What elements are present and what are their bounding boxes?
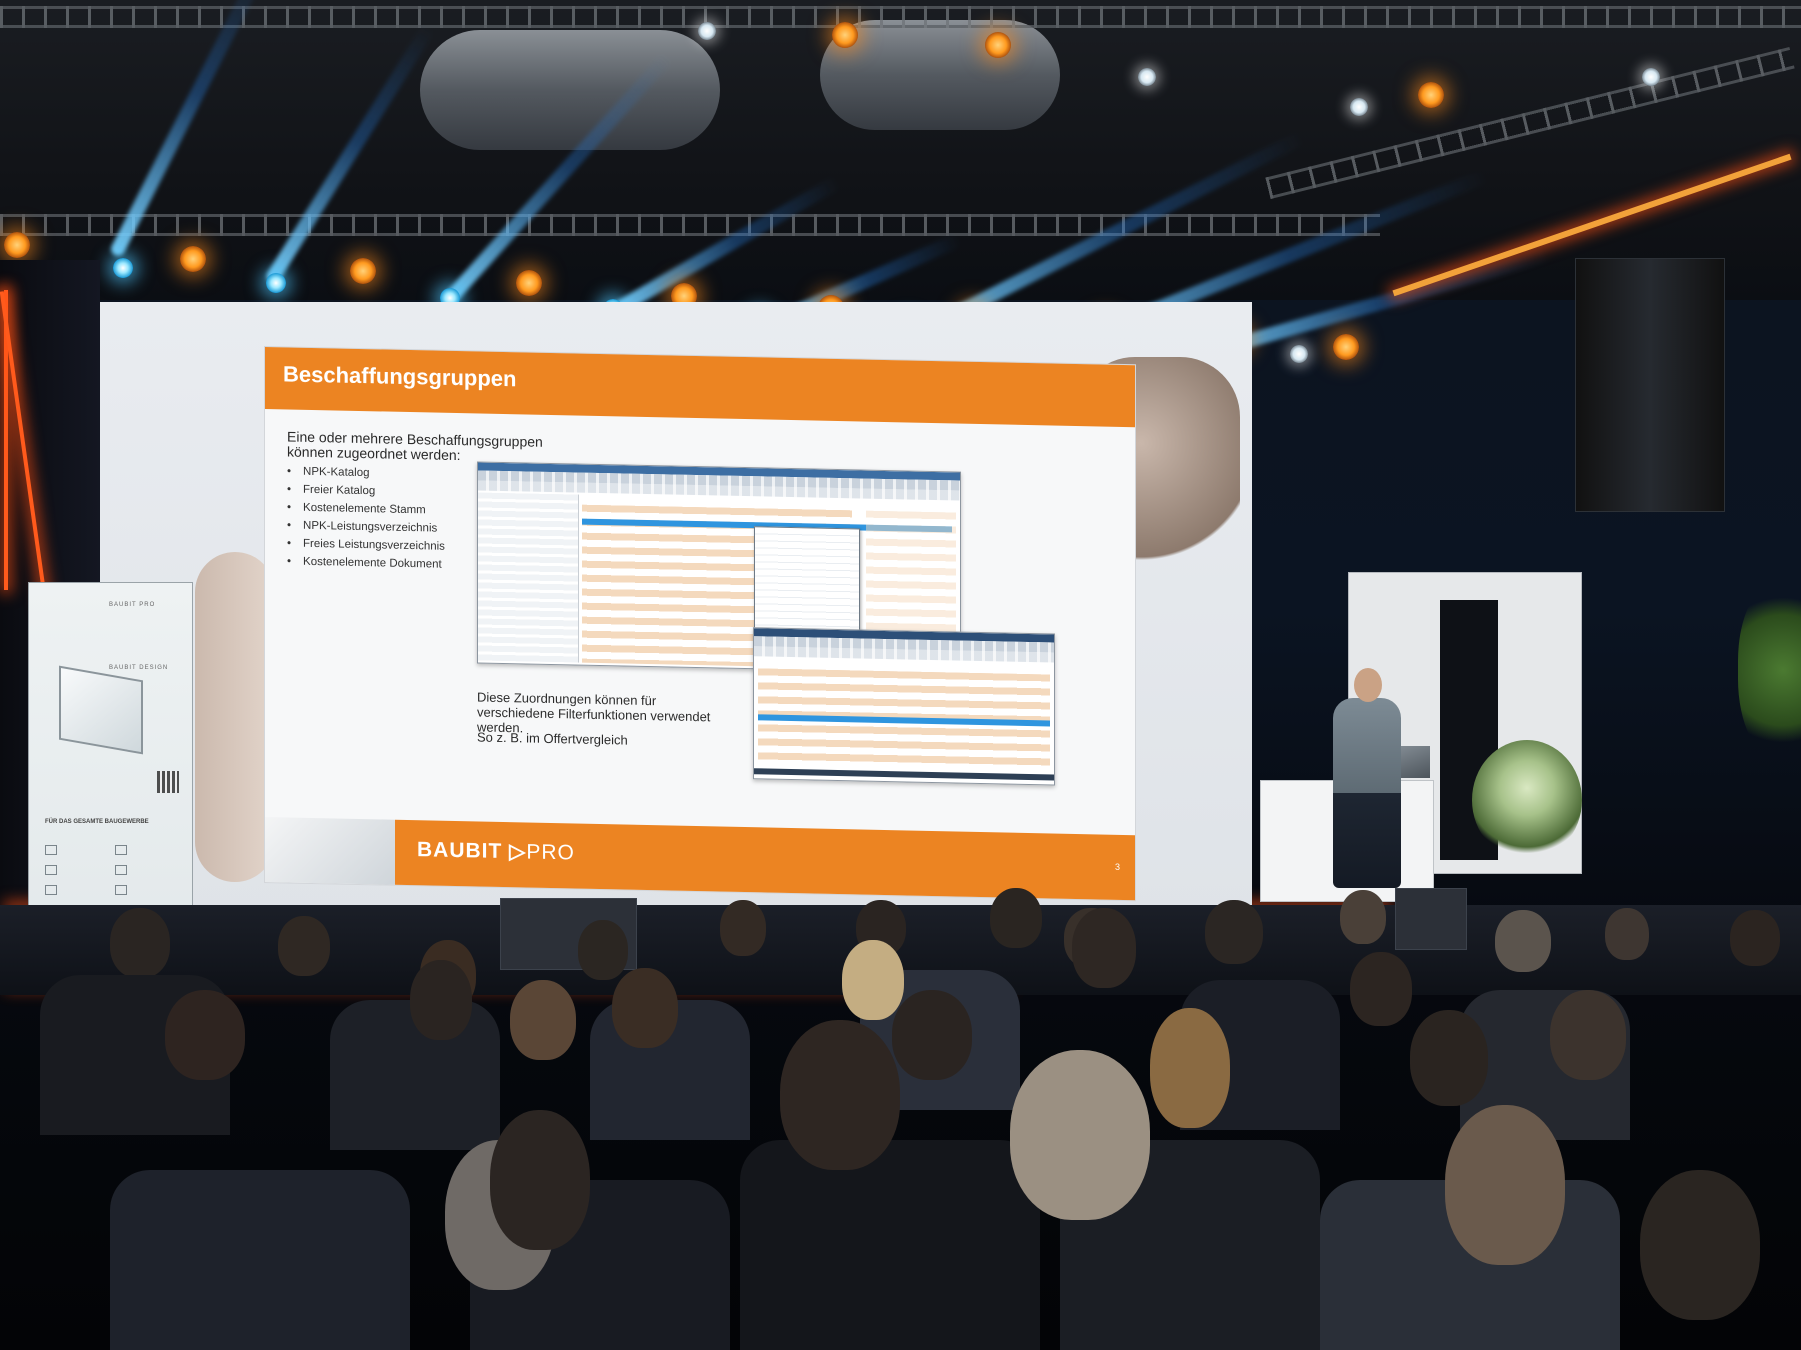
logo-text-bold: BAUBIT: [417, 838, 503, 863]
stage-light: [985, 32, 1011, 58]
feature-icon: [45, 865, 57, 875]
stage-light: [180, 246, 206, 272]
lighting-truss: [0, 6, 1801, 28]
flower-arrangement: [1472, 740, 1582, 860]
banner-text: FÜR DAS GESAMTE BAUGEWERBE: [45, 819, 149, 825]
stage-light: [1333, 334, 1359, 360]
presenter: [1333, 698, 1401, 888]
stage-light: [516, 270, 542, 296]
audience-member: [110, 908, 170, 978]
presenter-head: [1354, 668, 1382, 702]
moving-head-light: [1642, 68, 1660, 86]
audience-member-body: [110, 1170, 410, 1350]
tree-panel: [478, 492, 579, 663]
audience-member: [720, 900, 766, 956]
audience-member: [490, 1110, 590, 1250]
audience-member: [1340, 890, 1386, 944]
audience-member: [510, 980, 576, 1060]
stage-light: [4, 232, 30, 258]
audience-member: [1150, 1008, 1230, 1128]
audience-member-body: [740, 1140, 1040, 1350]
line-array-speaker: [1575, 258, 1725, 512]
slide-title: Beschaffungsgruppen: [283, 361, 517, 392]
feature-icon: [115, 865, 127, 875]
slide-intro-text: Eine oder mehrere Beschaffungsgruppen kö…: [287, 428, 543, 464]
audience-member: [1730, 910, 1780, 966]
slide-page-number: 3: [1115, 861, 1121, 872]
moving-head-light: [266, 273, 286, 293]
logo-text-light: PRO: [526, 840, 575, 865]
audience-member: [1495, 910, 1551, 972]
lighting-truss: [0, 214, 1380, 236]
audience-member: [780, 1020, 900, 1170]
slide-bullet-list: NPK-Katalog Freier Katalog Kostenelement…: [303, 466, 445, 577]
audience-member: [278, 916, 330, 976]
presentation-slide: Beschaffungsgruppen Eine oder mehrere Be…: [265, 347, 1135, 901]
moving-head-light: [113, 258, 133, 278]
audience-member: [842, 940, 904, 1020]
stage-light: [832, 22, 858, 48]
audience-member: [1010, 1050, 1150, 1220]
laptop-illustration: [59, 665, 143, 755]
moving-head-light: [1350, 98, 1368, 116]
audience-member: [892, 990, 972, 1080]
moving-head-light: [1290, 345, 1308, 363]
stage-light: [1418, 82, 1444, 108]
audience-member: [410, 960, 472, 1040]
conference-photo: Beschaffungsgruppen Eine oder mehrere Be…: [0, 0, 1801, 1350]
background-hand-image: [195, 552, 275, 882]
feature-icon: [45, 845, 57, 855]
banner-text: BAUBIT PRO: [109, 602, 156, 608]
audience-member: [1640, 1170, 1760, 1320]
air-duct: [420, 30, 720, 150]
plant: [1738, 580, 1801, 760]
moving-head-light: [1138, 68, 1156, 86]
software-screenshot: [753, 627, 1055, 786]
audience-member: [1350, 952, 1412, 1026]
moving-head-light: [698, 22, 716, 40]
audience-member: [1550, 990, 1626, 1080]
audience-member: [1605, 908, 1649, 960]
audience-member: [1445, 1105, 1565, 1265]
audience-member: [1205, 900, 1263, 964]
lighting-truss: [1265, 47, 1795, 199]
audience-member: [990, 888, 1042, 948]
audience-member: [612, 968, 678, 1048]
status-bar: [754, 768, 1054, 781]
stage-light: [350, 258, 376, 284]
audience: [0, 880, 1801, 1350]
feature-icon: [115, 845, 127, 855]
qr-code-icon: [157, 771, 179, 793]
footer-image-hands: [265, 817, 395, 885]
banner-text: BAUBIT DESIGN: [109, 665, 169, 671]
audience-member: [165, 990, 245, 1080]
baubit-pro-logo: BAUBIT ▷PRO: [417, 838, 575, 865]
slide-body-text: So z. B. im Offertvergleich: [477, 729, 628, 748]
audience-member: [1072, 908, 1136, 988]
audience-member: [578, 920, 628, 980]
slide-bullet: Kostenelemente Dokument: [303, 556, 445, 577]
audience-member: [1410, 1010, 1488, 1106]
